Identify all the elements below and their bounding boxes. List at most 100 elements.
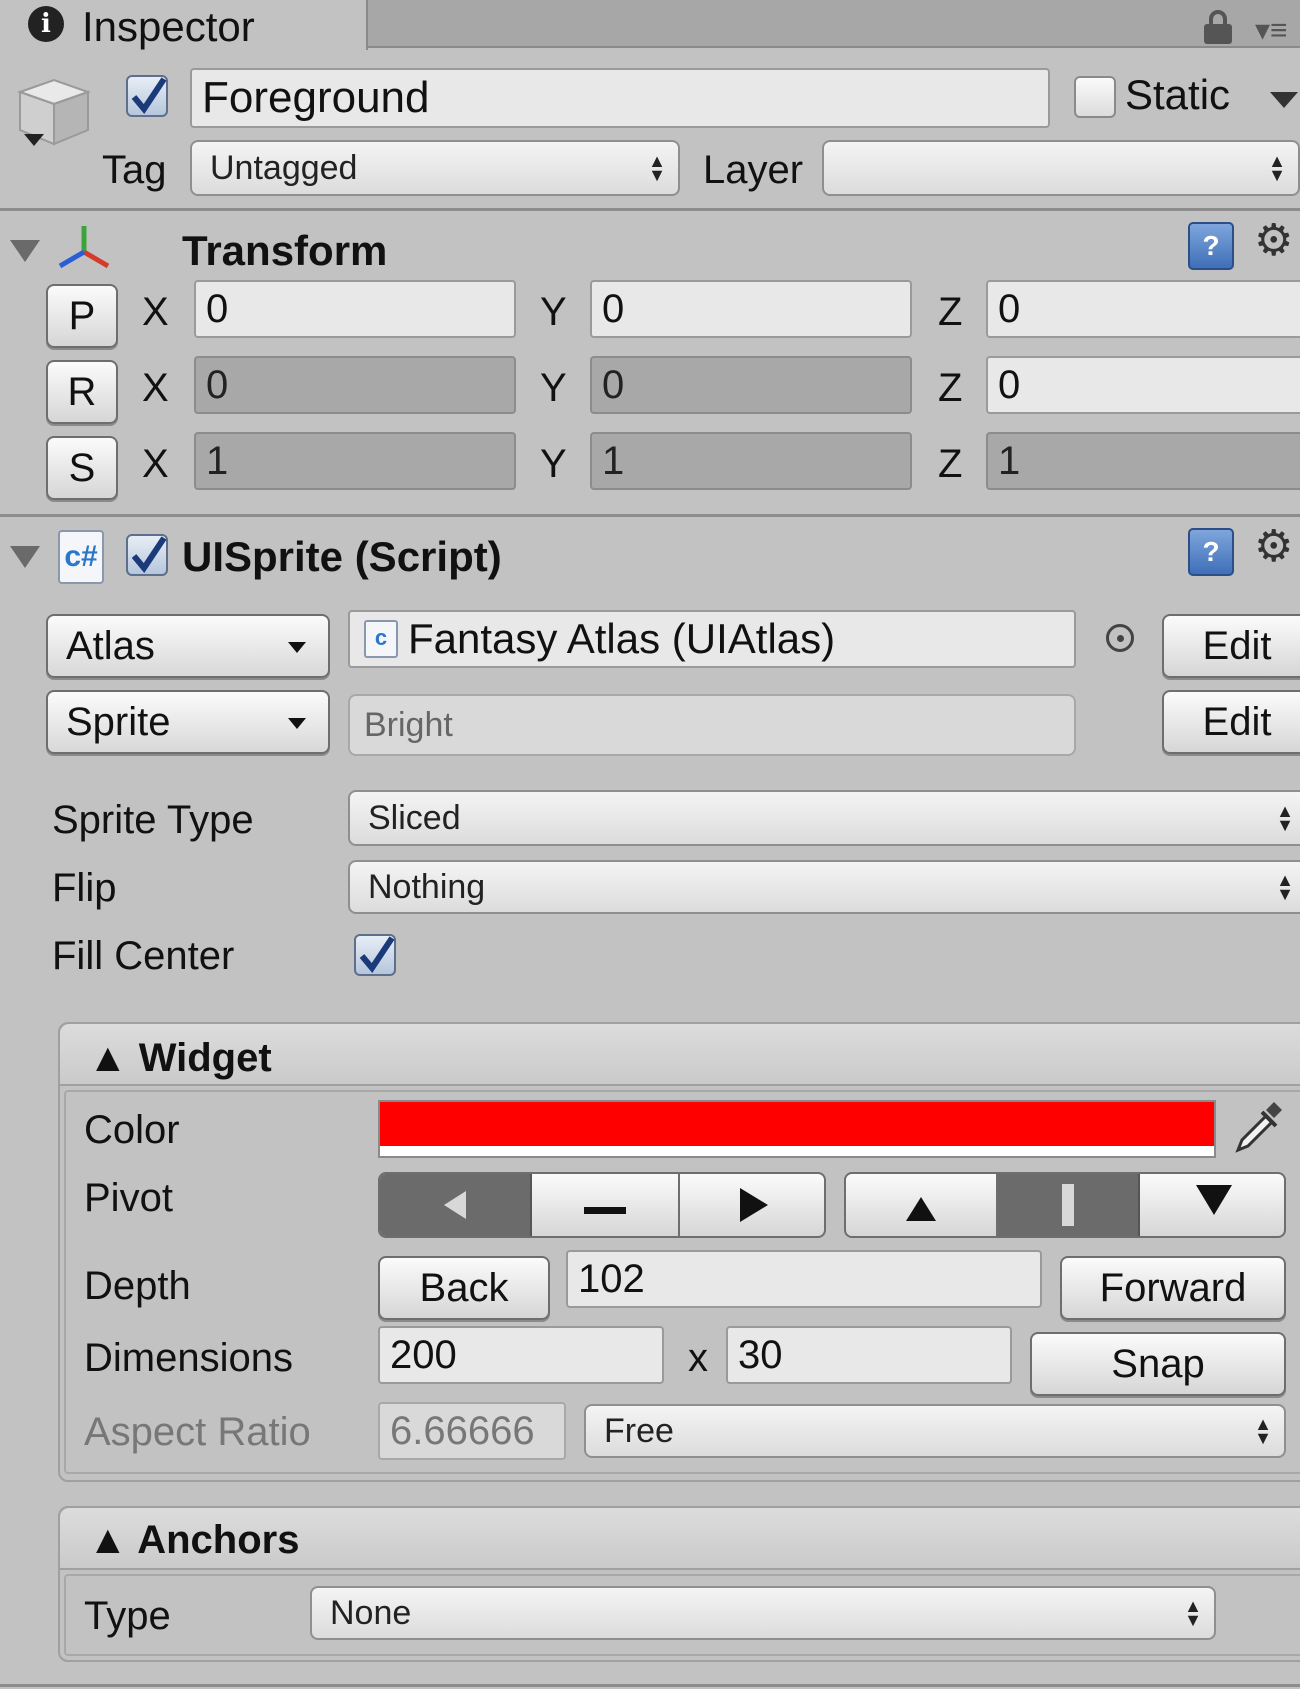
- atlas-dropdown[interactable]: Atlas: [46, 614, 330, 678]
- scale-x-field[interactable]: 1: [194, 432, 516, 490]
- anchor-type-value: None: [330, 1593, 412, 1632]
- tab-inspector[interactable]: i Inspector: [0, 0, 368, 50]
- gear-icon[interactable]: ⚙: [1254, 524, 1300, 570]
- pivot-bottom-button[interactable]: [1140, 1174, 1284, 1236]
- aspect-ratio-label: Aspect Ratio: [84, 1410, 311, 1454]
- tag-value: Untagged: [210, 148, 358, 187]
- pivot-left-button[interactable]: [380, 1174, 532, 1236]
- color-swatch[interactable]: [378, 1100, 1216, 1158]
- scale-reset-button[interactable]: S: [46, 436, 118, 500]
- updown-arrows-icon: ▲ ▼: [1254, 1414, 1272, 1448]
- tag-label: Tag: [102, 148, 167, 192]
- arrow-up-icon: [906, 1197, 936, 1221]
- axis-y-label: Y: [540, 442, 567, 486]
- atlas-value: Fantasy Atlas (UIAtlas): [408, 615, 836, 662]
- aspect-mode-popup[interactable]: Free ▲ ▼: [584, 1404, 1286, 1458]
- rotation-y-field[interactable]: 0: [590, 356, 912, 414]
- axis-x-label: X: [142, 366, 169, 410]
- tag-popup[interactable]: Untagged ▲ ▼: [190, 140, 680, 196]
- sprite-label: Sprite: [66, 699, 171, 744]
- layer-popup[interactable]: ▲ ▼: [822, 140, 1300, 196]
- position-z-field[interactable]: 0: [986, 280, 1300, 338]
- pivot-right-button[interactable]: [680, 1174, 824, 1236]
- pivot-top-button[interactable]: [846, 1174, 998, 1236]
- uisprite-title: UISprite (Script): [182, 533, 502, 580]
- color-fill: [380, 1102, 1214, 1146]
- updown-arrows-icon: ▲ ▼: [1184, 1596, 1202, 1630]
- sprite-dropdown[interactable]: Sprite: [46, 690, 330, 754]
- bar-icon: [1062, 1184, 1074, 1226]
- axis-y-label: Y: [540, 366, 567, 410]
- depth-forward-button[interactable]: Forward: [1060, 1256, 1286, 1320]
- height-field[interactable]: 30: [726, 1326, 1012, 1384]
- arrow-right-icon: [740, 1188, 768, 1222]
- atlas-label: Atlas: [66, 623, 155, 668]
- layer-label: Layer: [703, 148, 804, 192]
- sprite-type-popup[interactable]: Sliced ▲ ▼: [348, 790, 1300, 846]
- tab-title: Inspector: [82, 3, 255, 50]
- gameobject-icon: [10, 72, 94, 152]
- position-y-field[interactable]: 0: [590, 280, 912, 338]
- depth-back-button[interactable]: Back: [378, 1256, 550, 1320]
- sprite-type-value: Sliced: [368, 798, 461, 837]
- csharp-script-icon: c#: [58, 530, 104, 584]
- fill-center-checkbox[interactable]: [354, 934, 396, 976]
- static-dropdown-icon[interactable]: [1270, 92, 1298, 108]
- help-book-icon[interactable]: ?: [1188, 528, 1234, 576]
- lock-icon[interactable]: [1204, 10, 1232, 44]
- atlas-object-field[interactable]: c Fantasy Atlas (UIAtlas): [348, 610, 1076, 668]
- gear-icon[interactable]: ⚙: [1254, 218, 1300, 264]
- anchors-title: ▲ Anchors: [88, 1518, 300, 1562]
- object-name-field[interactable]: Foreground: [190, 68, 1050, 128]
- axis-z-label: Z: [938, 366, 963, 410]
- flip-popup[interactable]: Nothing ▲ ▼: [348, 860, 1300, 914]
- rotation-reset-button[interactable]: R: [46, 360, 118, 424]
- pivot-vertical-group: [844, 1172, 1286, 1238]
- pivot-label: Pivot: [84, 1176, 173, 1220]
- foldout-arrow-icon[interactable]: [10, 546, 40, 568]
- sprite-edit-button[interactable]: Edit: [1162, 690, 1300, 754]
- tab-menu-icon[interactable]: ▾≡: [1255, 16, 1300, 46]
- sprite-type-label: Sprite Type: [52, 798, 254, 842]
- dimensions-label: Dimensions: [84, 1336, 293, 1380]
- divider: [0, 514, 1300, 517]
- flip-value: Nothing: [368, 867, 486, 906]
- info-icon: i: [28, 6, 64, 42]
- caret-down-icon: [288, 642, 306, 653]
- flip-label: Flip: [52, 866, 117, 910]
- width-field[interactable]: 200: [378, 1326, 664, 1384]
- pivot-middle-button[interactable]: [998, 1174, 1140, 1236]
- updown-arrows-icon: ▲ ▼: [1268, 151, 1286, 185]
- transform-icon: [56, 222, 112, 272]
- snap-button[interactable]: Snap: [1030, 1332, 1286, 1396]
- component-enabled-checkbox[interactable]: [126, 534, 168, 576]
- fill-center-label: Fill Center: [52, 934, 235, 978]
- static-checkbox[interactable]: [1074, 76, 1116, 118]
- depth-field[interactable]: 102: [566, 1250, 1042, 1308]
- atlas-edit-button[interactable]: Edit: [1162, 614, 1300, 678]
- axis-z-label: Z: [938, 290, 963, 334]
- sprite-name-field[interactable]: Bright: [348, 694, 1076, 756]
- dimensions-separator: x: [688, 1336, 708, 1380]
- eyedropper-icon[interactable]: [1232, 1100, 1284, 1156]
- position-reset-button[interactable]: P: [46, 284, 118, 348]
- arrow-left-icon: [444, 1191, 466, 1219]
- rotation-z-field[interactable]: 0: [986, 356, 1300, 414]
- scale-z-field[interactable]: 1: [986, 432, 1300, 490]
- rotation-x-field[interactable]: 0: [194, 356, 516, 414]
- axis-x-label: X: [142, 442, 169, 486]
- dash-icon: [584, 1206, 626, 1214]
- object-picker-icon[interactable]: [1106, 624, 1134, 652]
- anchor-type-popup[interactable]: None ▲ ▼: [310, 1586, 1216, 1640]
- scale-y-field[interactable]: 1: [590, 432, 912, 490]
- pivot-center-button[interactable]: [532, 1174, 680, 1236]
- position-x-field[interactable]: 0: [194, 280, 516, 338]
- axis-z-label: Z: [938, 442, 963, 486]
- tab-bar: i Inspector ▾≡: [0, 0, 1300, 50]
- help-book-icon[interactable]: ?: [1188, 222, 1234, 270]
- foldout-arrow-icon[interactable]: [10, 240, 40, 262]
- aspect-ratio-field: 6.66666: [378, 1402, 566, 1460]
- caret-down-icon: [288, 718, 306, 729]
- active-checkbox[interactable]: [126, 75, 168, 117]
- transform-title: Transform: [182, 227, 388, 274]
